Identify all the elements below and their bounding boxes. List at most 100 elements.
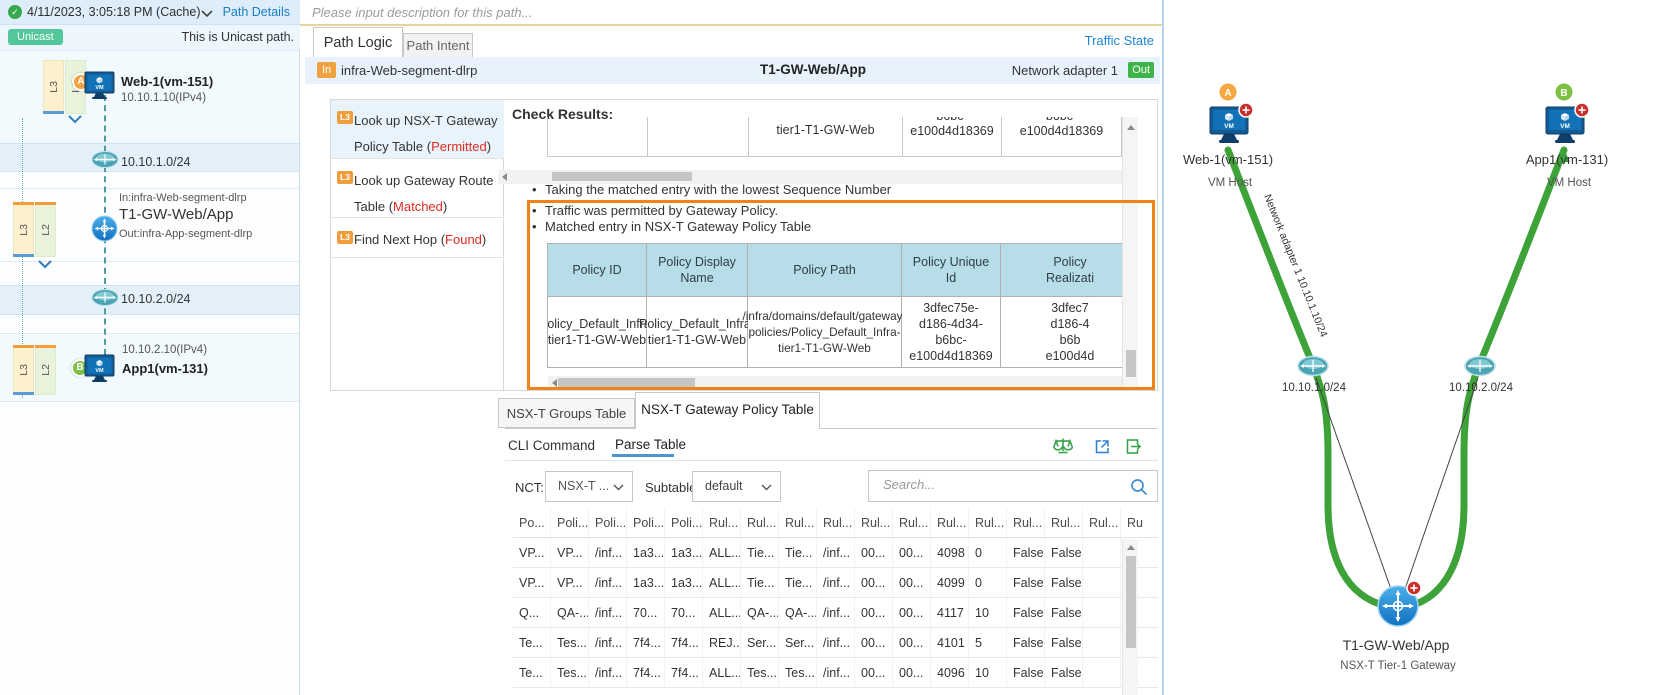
- table-cell: /inf...: [589, 598, 627, 627]
- table-cell: VP...: [551, 538, 589, 567]
- tab-nsxt-gateway-policy-table[interactable]: NSX-T Gateway Policy Table: [635, 392, 820, 429]
- chevron-down-icon[interactable]: [38, 260, 52, 269]
- table-row[interactable]: VP... VP.../inf... 1a3... 1a3... ALL... Tie..…: [513, 538, 1158, 568]
- rule-column-header[interactable]: Poli...: [551, 508, 589, 537]
- rule-column-header[interactable]: Rul...: [893, 508, 931, 537]
- table-cell: /inf...: [817, 568, 855, 597]
- endpoint-b-badge: B: [1553, 81, 1575, 103]
- lane-tab-l3-node-a[interactable]: L3: [43, 60, 64, 114]
- table-row[interactable]: Q... QA-.../inf... 70... 70... ALL... QA-... Q…: [513, 598, 1158, 628]
- path-edge-a-to-gateway[interactable]: [1224, 146, 1390, 610]
- lane-tab-l3-node-b[interactable]: L3: [13, 345, 34, 395]
- nct-select[interactable]: NSX-T ...: [545, 471, 633, 502]
- compare-scales-icon[interactable]: [1053, 436, 1073, 456]
- path-timestamp[interactable]: 4/11/2023, 3:05:18 PM (Cache): [27, 5, 201, 19]
- table-cell: tier1-T1-GW-Web: [748, 117, 902, 156]
- step-item-route-table[interactable]: L3 Look up Gateway Route Table (Matched): [331, 160, 504, 218]
- tab-nsxt-groups-table[interactable]: NSX-T Groups Table: [498, 398, 635, 428]
- lane-tab-l2-node-b[interactable]: L2: [35, 345, 56, 395]
- rule-column-header[interactable]: Rul...: [1045, 508, 1083, 537]
- rule-column-header[interactable]: Rul...: [855, 508, 893, 537]
- export-table-icon[interactable]: [1125, 438, 1142, 455]
- rule-column-header[interactable]: Rul...: [1083, 508, 1121, 537]
- table-row[interactable]: Te... Tes.../inf... 7f4... 7f4... ALL... Tes.…: [513, 658, 1158, 688]
- table-cell: 4099: [931, 568, 969, 597]
- lane-tab-l2-gateway[interactable]: L2: [35, 202, 56, 257]
- tab-path-logic[interactable]: Path Logic: [313, 27, 403, 57]
- table-cell: REJ...: [703, 628, 741, 657]
- rule-column-header[interactable]: Rul...: [1007, 508, 1045, 537]
- table-cell: False: [1007, 628, 1045, 657]
- vertical-scrollbar[interactable]: [1122, 117, 1138, 390]
- vm-icon[interactable]: VM: [84, 69, 116, 99]
- chevron-down-icon[interactable]: [201, 10, 213, 18]
- app-window: ✓ 4/11/2023, 3:05:18 PM (Cache) Path Det…: [0, 0, 1662, 695]
- matched-policy-table[interactable]: Policy ID Policy Display Name Policy Pat…: [547, 243, 1122, 369]
- open-in-new-icon[interactable]: [1094, 438, 1111, 455]
- search-input[interactable]: [881, 476, 1111, 493]
- rule-column-header[interactable]: Rul...: [817, 508, 855, 537]
- tab-parse-table[interactable]: Parse Table: [615, 437, 686, 452]
- scrollbar-thumb[interactable]: [552, 172, 692, 181]
- network-segment-icon[interactable]: [1297, 355, 1329, 377]
- endpoint-a-badge: A: [1217, 81, 1239, 103]
- table-cell: 10: [969, 658, 1007, 687]
- rule-column-header[interactable]: Rul...: [741, 508, 779, 537]
- rule-column-header[interactable]: Ru: [1121, 508, 1158, 537]
- tab-path-intent[interactable]: Path Intent: [403, 33, 473, 57]
- horizontal-scrollbar[interactable]: [548, 376, 1138, 390]
- chevron-down-icon[interactable]: [68, 115, 82, 124]
- rule-column-header[interactable]: Rul...: [969, 508, 1007, 537]
- table-cell: False: [1045, 598, 1083, 627]
- network-segment-icon[interactable]: [1464, 355, 1496, 377]
- step-item-next-hop[interactable]: L3 Find Next Hop (Found): [331, 219, 504, 258]
- subtable-select[interactable]: default: [692, 471, 781, 502]
- tab-cli-command[interactable]: CLI Command: [508, 438, 595, 453]
- network-segment-icon[interactable]: [91, 288, 119, 307]
- table-cell: /inf...: [589, 538, 627, 567]
- path-details-link[interactable]: Path Details: [223, 5, 290, 19]
- rule-column-header[interactable]: Rul...: [931, 508, 969, 537]
- path-edge-gateway-to-b[interactable]: [1406, 146, 1568, 610]
- node-b-name[interactable]: App1(vm-131): [122, 361, 208, 376]
- vm-icon[interactable]: VM: [84, 352, 116, 382]
- segment1-label: 10.10.1.0/24: [121, 155, 191, 169]
- scroll-left-icon[interactable]: [502, 173, 507, 181]
- table-cell: 4117: [931, 598, 969, 627]
- table-cell: False: [1045, 538, 1083, 567]
- gateway-name[interactable]: T1-GW-Web/App: [119, 206, 233, 223]
- scrolled-policy-table[interactable]: tier1-T1-GW-Web tier1-T1-GW-Web tier1-T1…: [547, 117, 1122, 157]
- scroll-up-icon[interactable]: [1127, 125, 1135, 130]
- node-a-name[interactable]: Web-1(vm-151): [121, 74, 213, 89]
- topology-map[interactable]: Network adapter 1 10.10.1.10/24 10.10.1.…: [1162, 0, 1662, 695]
- gateway-icon[interactable]: [91, 215, 118, 242]
- rule-column-header[interactable]: Po...: [513, 508, 551, 537]
- description-input[interactable]: [310, 2, 1010, 22]
- network-segment-icon[interactable]: [91, 150, 119, 169]
- lane-tab-l3-gateway[interactable]: L3: [13, 202, 34, 257]
- scrollbar-thumb[interactable]: [1126, 350, 1136, 377]
- rule-table-body: VP... VP.../inf... 1a3... 1a3... ALL... Tie..…: [513, 538, 1158, 688]
- rule-column-header[interactable]: Poli...: [665, 508, 703, 537]
- table-cell: ALL...: [703, 598, 741, 627]
- rule-column-header[interactable]: Rul...: [703, 508, 741, 537]
- table-row[interactable]: Te... Tes.../inf... 7f4... 7f4... REJ... Ser.…: [513, 628, 1158, 658]
- table-cell: 00...: [893, 568, 931, 597]
- search-icon[interactable]: [1130, 478, 1148, 496]
- scroll-left-icon[interactable]: [552, 379, 557, 387]
- step-item-gateway-policy[interactable]: L3 Look up NSX-T Gateway Policy Table (P…: [331, 100, 504, 159]
- rule-column-header[interactable]: Poli...: [627, 508, 665, 537]
- rule-column-header[interactable]: Poli...: [589, 508, 627, 537]
- tab-divider: [505, 428, 1158, 429]
- table-row[interactable]: VP... VP.../inf... 1a3... 1a3... ALL... Tie..…: [513, 568, 1158, 598]
- rule-column-header[interactable]: Rul...: [779, 508, 817, 537]
- scrollbar-thumb[interactable]: [1126, 556, 1136, 648]
- scrollbar-thumb[interactable]: [558, 378, 695, 387]
- scroll-up-icon[interactable]: [1127, 545, 1135, 550]
- traffic-state-link[interactable]: Traffic State: [1085, 33, 1154, 48]
- table-cell: VP...: [551, 568, 589, 597]
- table-cell: 1a3...: [665, 538, 703, 567]
- gateway-name: T1-GW-Web/App: [1343, 637, 1450, 653]
- vertical-scrollbar[interactable]: [1122, 539, 1138, 695]
- l3-badge: L3: [337, 111, 353, 124]
